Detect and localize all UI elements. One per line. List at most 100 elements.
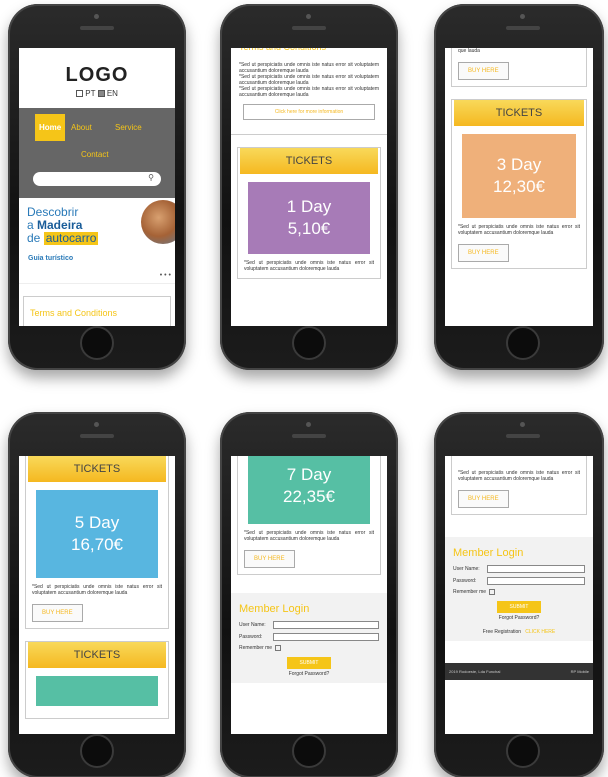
- password-input[interactable]: [487, 577, 585, 585]
- ticket-description: *Sed ut perspiciatis unde omnis iste nat…: [32, 584, 162, 596]
- registration-row: Free Registration CLICK HERE: [453, 629, 585, 635]
- banner-headline: Descobrir a Madeira de autocarro: [27, 205, 99, 245]
- nav-service[interactable]: Service: [115, 123, 142, 132]
- buy-here-button[interactable]: BUY HERE: [458, 244, 509, 262]
- password-row: Password:: [239, 633, 379, 641]
- price-box: 5 Day 16,70€: [36, 490, 158, 578]
- ticket-price: 12,30€: [493, 177, 545, 196]
- nav-contact[interactable]: Contact: [81, 150, 109, 159]
- promo-banner[interactable]: Descobrir a Madeira de autocarro Guia tu…: [19, 198, 175, 284]
- search-input[interactable]: ⚲: [33, 172, 161, 186]
- submit-button[interactable]: SUBMIT: [497, 601, 541, 613]
- password-label: Password:: [239, 634, 263, 640]
- lang-en[interactable]: EN: [107, 89, 118, 98]
- ticket-description: *Sed ut perspiciatis unde omnis iste nat…: [458, 224, 580, 236]
- buy-here-button[interactable]: BUY HERE: [32, 604, 83, 622]
- logo-area: LOGO PT EN: [19, 48, 175, 108]
- ticket-card-5day: TICKETS 5 Day 16,70€ *Sed ut perspiciati…: [25, 456, 169, 629]
- username-label: User Name:: [453, 566, 480, 572]
- ticket-price: 16,70€: [71, 535, 123, 554]
- phone-mockup-1: LOGO PT EN Home About Service Contact ⚲ …: [8, 4, 186, 370]
- divider: [231, 134, 387, 135]
- buy-here-button[interactable]: BUY HERE: [244, 550, 295, 568]
- submit-button[interactable]: SUBMIT: [287, 657, 331, 669]
- banner-line2b: Madeira: [37, 218, 83, 232]
- tickets-heading: TICKETS: [28, 642, 166, 668]
- remember-label: Remember me: [239, 645, 273, 651]
- price-box: 7 Day 22,35€: [248, 456, 370, 524]
- forgot-password-link[interactable]: Forgot Password?: [239, 671, 379, 677]
- madeira-photo: [141, 200, 175, 244]
- terms-text: *Sed ut perspiciatis unde omnis iste nat…: [239, 74, 379, 86]
- banner-line3b: autocarro: [43, 231, 99, 245]
- tickets-heading: TICKETS: [454, 100, 584, 126]
- search-bar: ⚲: [19, 166, 175, 198]
- logo[interactable]: LOGO: [19, 64, 175, 87]
- screen: TICKETS 5 Day 16,70€ *Sed ut perspiciati…: [19, 456, 175, 734]
- password-label: Password:: [453, 578, 477, 584]
- main-nav: Home About Service Contact: [19, 108, 175, 166]
- terms-text: *Sed ut perspiciatis unde omnis iste nat…: [239, 62, 379, 74]
- click-here-link[interactable]: CLICK HERE: [525, 629, 555, 635]
- price-box: [36, 676, 158, 706]
- carousel-dots-icon[interactable]: • • •: [160, 272, 171, 279]
- screen: LOGO PT EN Home About Service Contact ⚲ …: [19, 48, 175, 326]
- screen: Terms and Conditions *Sed ut perspiciati…: [231, 48, 387, 326]
- ticket-card-1day: TICKETS 1 Day 5,10€ *Sed ut perspiciatis…: [237, 147, 381, 279]
- login-title: Member Login: [239, 603, 310, 615]
- ticket-card-7day: 7 Day 22,35€ *Sed ut perspiciatis unde o…: [237, 456, 381, 575]
- banner-line1: Descobrir: [27, 205, 79, 219]
- remember-checkbox[interactable]: [275, 645, 282, 651]
- forgot-password-link[interactable]: Forgot Password?: [453, 615, 585, 621]
- buy-here-button[interactable]: BUY HERE: [458, 490, 509, 508]
- footer-copyright: 2019 Rodoeste, Lda Funchal: [449, 669, 501, 674]
- screen: 7 Day 22,35€ *Sed ut perspiciatis unde o…: [231, 456, 387, 734]
- username-row: User Name:: [453, 565, 585, 573]
- nav-home[interactable]: Home: [35, 114, 66, 141]
- footer: 2019 Rodoeste, Lda Funchal RP Mobile: [445, 663, 593, 680]
- camera-icon: [94, 422, 99, 427]
- password-input[interactable]: [273, 633, 379, 641]
- camera-icon: [306, 422, 311, 427]
- phone-mockup-3: que lauda BUY HERE TICKETS 3 Day 12,30€ …: [434, 4, 604, 370]
- username-row: User Name:: [239, 621, 379, 629]
- search-icon[interactable]: ⚲: [148, 173, 154, 182]
- screen: que lauda BUY HERE TICKETS 3 Day 12,30€ …: [445, 48, 593, 326]
- lang-pt[interactable]: PT: [85, 89, 95, 98]
- ticket-card-3day: TICKETS 3 Day 12,30€ *Sed ut perspiciati…: [451, 99, 587, 269]
- tickets-heading: TICKETS: [240, 148, 378, 174]
- nav-about[interactable]: About: [71, 123, 92, 132]
- ticket-days: 3 Day: [496, 155, 542, 174]
- member-login: Member Login User Name: Password: Rememb…: [231, 593, 387, 683]
- ticket-description: que lauda: [458, 48, 480, 54]
- terms-box: Terms and Conditions: [23, 296, 171, 326]
- banner-line3a: de: [27, 231, 44, 245]
- ticket-days: 1 Day: [286, 197, 332, 216]
- terms-section: Terms and Conditions *Sed ut perspiciati…: [231, 48, 387, 120]
- more-info-button[interactable]: Click here for more information: [243, 104, 375, 120]
- home-button-icon: [292, 326, 326, 360]
- tickets-heading: TICKETS: [28, 456, 166, 482]
- username-input[interactable]: [273, 621, 379, 629]
- checkbox-icon[interactable]: [97, 90, 105, 98]
- home-button-icon: [80, 326, 114, 360]
- free-registration-label: Free Registration: [482, 629, 522, 635]
- home-button-icon: [292, 734, 326, 768]
- price-box: 3 Day 12,30€: [462, 134, 576, 218]
- checkbox-icon[interactable]: [76, 90, 84, 98]
- username-input[interactable]: [487, 565, 585, 573]
- ticket-card-7day: TICKETS: [25, 641, 169, 719]
- ticket-description: *Sed ut perspiciatis unde omnis iste nat…: [458, 470, 580, 482]
- terms-title: Terms and Conditions: [239, 48, 379, 52]
- ticket-price: 22,35€: [283, 487, 335, 506]
- price-box: 1 Day 5,10€: [248, 182, 370, 254]
- camera-icon: [520, 422, 525, 427]
- buy-here-button[interactable]: BUY HERE: [458, 62, 509, 80]
- password-row: Password:: [453, 577, 585, 585]
- camera-icon: [94, 14, 99, 19]
- ticket-description: *Sed ut perspiciatis unde omnis iste nat…: [244, 530, 374, 542]
- remember-checkbox[interactable]: [489, 589, 496, 595]
- remember-row: Remember me: [239, 645, 379, 651]
- camera-icon: [306, 14, 311, 19]
- terms-text: *Sed ut perspiciatis unde omnis iste nat…: [239, 86, 379, 98]
